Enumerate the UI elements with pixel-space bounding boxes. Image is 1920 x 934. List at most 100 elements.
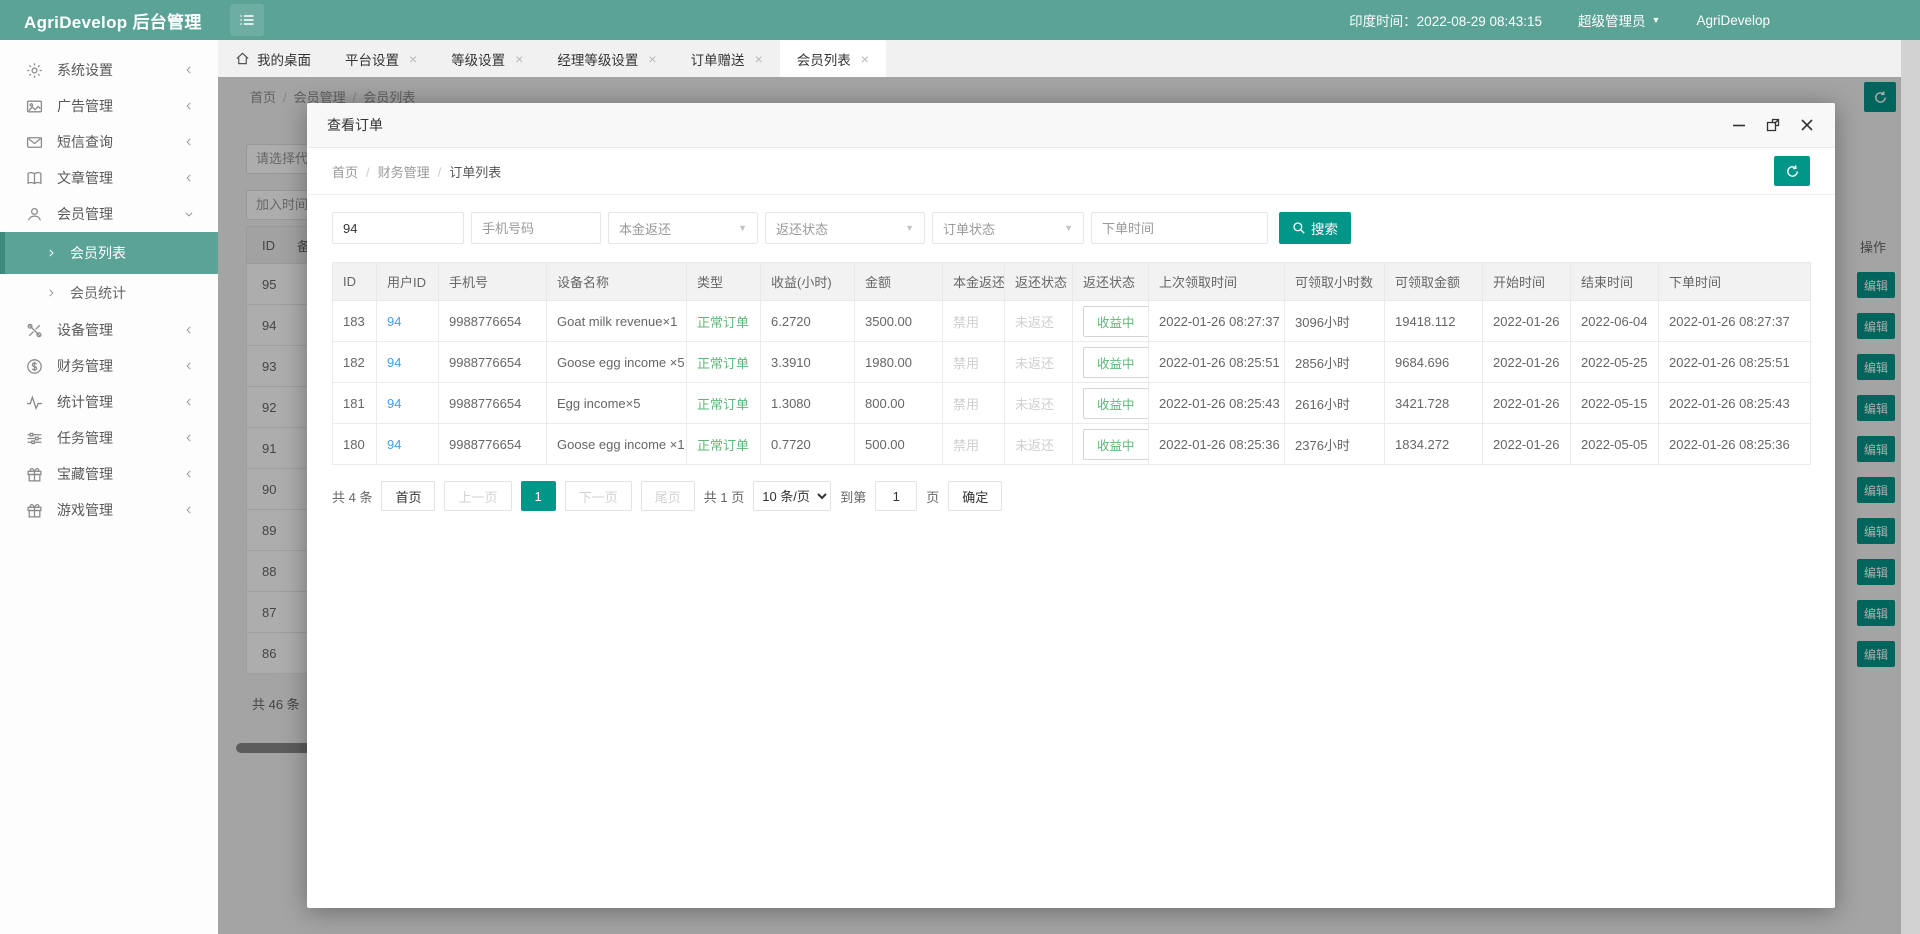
sidebar-item-tasks[interactable]: 任务管理: [0, 420, 218, 456]
sidebar-item-label: 财务管理: [57, 358, 113, 374]
order-id: 180: [332, 423, 377, 465]
tab-member-list[interactable]: 会员列表 ×: [779, 40, 886, 77]
refresh-icon: [1786, 164, 1798, 177]
earning-status-button[interactable]: 收益中: [1083, 428, 1148, 460]
refresh-button[interactable]: [1774, 156, 1810, 186]
sidebar-subitem-member-list[interactable]: 会员列表: [0, 232, 218, 274]
user-id-input[interactable]: [332, 212, 464, 244]
sidebar-item-system[interactable]: 系统设置: [0, 52, 218, 88]
close-icon[interactable]: ×: [648, 51, 656, 67]
return-status: 未返还: [1004, 423, 1073, 465]
earning-status-button[interactable]: 收益中: [1083, 305, 1148, 337]
tab-label: 平台设置: [345, 52, 399, 68]
prev-page-button[interactable]: 上一页: [444, 481, 512, 511]
user-id-link[interactable]: 94: [376, 382, 439, 424]
order-table: ID 用户ID 手机号 设备名称 类型 收益(小时) 金额 本金返还 返还状态 …: [332, 262, 1811, 465]
column-header: 类型: [686, 262, 761, 301]
mail-icon: [26, 136, 43, 148]
chevron-right-icon: [46, 248, 56, 258]
sidebar-item-devices[interactable]: 设备管理: [0, 312, 218, 348]
minimize-icon[interactable]: [1731, 117, 1747, 133]
return-status-select[interactable]: 返还状态 ▼: [765, 212, 925, 244]
order-time-input[interactable]: [1091, 212, 1268, 244]
sidebar-subitem-member-stats[interactable]: 会员统计: [0, 274, 218, 312]
last-page-button[interactable]: 尾页: [640, 481, 695, 511]
role-dropdown[interactable]: 超级管理员 ▼: [1578, 10, 1660, 30]
column-header: 下单时间: [1658, 262, 1811, 301]
principal-return: 禁用: [942, 341, 1005, 383]
tab-label: 我的桌面: [257, 52, 311, 68]
per-page-select[interactable]: 10 条/页: [753, 481, 832, 511]
maximize-icon[interactable]: [1765, 117, 1781, 133]
order-status-select[interactable]: 订单状态 ▼: [932, 212, 1084, 244]
chevron-left-icon: [184, 469, 194, 479]
sidebar-toggle-button[interactable]: [230, 4, 264, 36]
next-page-button[interactable]: 下一页: [564, 481, 632, 511]
user-id-link[interactable]: 94: [376, 341, 439, 383]
sidebar-item-finance[interactable]: 财务管理: [0, 348, 218, 384]
tab-desktop[interactable]: 我的桌面: [218, 40, 328, 77]
tab-platform-settings[interactable]: 平台设置 ×: [328, 40, 434, 77]
current-page-button[interactable]: 1: [520, 481, 556, 511]
close-icon[interactable]: ×: [409, 51, 417, 67]
select-value: 本金返还: [619, 221, 672, 237]
goto-page-input[interactable]: [875, 481, 918, 511]
start-time: 2022-01-26: [1482, 423, 1571, 465]
earning-status-button[interactable]: 收益中: [1083, 346, 1148, 378]
order-id: 183: [332, 300, 377, 342]
amount: 500.00: [854, 423, 943, 465]
search-button[interactable]: 搜索: [1279, 212, 1351, 244]
close-icon[interactable]: [1799, 117, 1815, 133]
close-icon[interactable]: ×: [515, 51, 523, 67]
principal-return-select[interactable]: 本金返还 ▼: [608, 212, 758, 244]
claimable-hours: 2616小时: [1284, 382, 1385, 424]
earning-status-button[interactable]: 收益中: [1083, 387, 1148, 419]
device-name: Goose egg income ×5: [546, 341, 687, 383]
status-cell: 收益中: [1072, 341, 1149, 383]
sidebar-item-sms[interactable]: 短信查询: [0, 124, 218, 160]
search-icon: [1293, 222, 1305, 234]
sidebar-item-games[interactable]: 游戏管理: [0, 492, 218, 528]
tab-manager-level-settings[interactable]: 经理等级设置 ×: [540, 40, 673, 77]
sidebar-item-label: 广告管理: [57, 98, 113, 114]
close-icon[interactable]: ×: [861, 51, 869, 67]
modal-window-controls: [1731, 117, 1815, 133]
confirm-button[interactable]: 确定: [948, 481, 1003, 511]
income-per-hour: 3.3910: [760, 341, 855, 383]
chevron-left-icon: [184, 397, 194, 407]
user-id-link[interactable]: 94: [376, 423, 439, 465]
sidebar-item-members[interactable]: 会员管理: [0, 196, 218, 232]
start-time: 2022-01-26: [1482, 382, 1571, 424]
last-claim-time: 2022-01-26 08:25:51: [1148, 341, 1285, 383]
last-claim-time: 2022-01-26 08:25:36: [1148, 423, 1285, 465]
order-table-header-row: ID 用户ID 手机号 设备名称 类型 收益(小时) 金额 本金返还 返还状态 …: [332, 262, 1811, 301]
home-icon: [236, 52, 249, 65]
close-icon[interactable]: ×: [755, 51, 763, 67]
end-time: 2022-05-25: [1570, 341, 1659, 383]
start-time: 2022-01-26: [1482, 341, 1571, 383]
chevron-down-icon: ▼: [1651, 15, 1661, 25]
breadcrumb-home[interactable]: 首页: [332, 165, 358, 180]
sidebar-item-treasure[interactable]: 宝藏管理: [0, 456, 218, 492]
vertical-scrollbar[interactable]: [1901, 40, 1920, 934]
pagination-total: 共 4 条: [332, 489, 373, 505]
tab-bar: 我的桌面 平台设置 × 等级设置 × 经理等级设置 × 订单赠送 × 会员列表 …: [218, 40, 1920, 77]
sidebar-item-ads[interactable]: 广告管理: [0, 88, 218, 124]
first-page-button[interactable]: 首页: [381, 481, 436, 511]
phone-input[interactable]: [471, 212, 601, 244]
end-time: 2022-05-15: [1570, 382, 1659, 424]
server-time: 印度时间：2022-08-29 08:43:15: [1349, 14, 1543, 29]
tab-level-settings[interactable]: 等级设置 ×: [434, 40, 540, 77]
sidebar-item-label: 宝藏管理: [57, 466, 113, 482]
chevron-left-icon: [184, 137, 194, 147]
device-name: Goat milk revenue×1: [546, 300, 687, 342]
sidebar-item-articles[interactable]: 文章管理: [0, 160, 218, 196]
account-name[interactable]: AgriDevelop: [1696, 13, 1770, 28]
sidebar-subitem-label: 会员列表: [70, 245, 126, 261]
role-label: 超级管理员: [1578, 14, 1646, 29]
sidebar-item-statistics[interactable]: 统计管理: [0, 384, 218, 420]
app-window: AgriDevelop 后台管理 印度时间：2022-08-29 08:43:1…: [0, 0, 1920, 934]
start-time: 2022-01-26: [1482, 300, 1571, 342]
user-id-link[interactable]: 94: [376, 300, 439, 342]
tab-order-gift[interactable]: 订单赠送 ×: [674, 40, 780, 77]
